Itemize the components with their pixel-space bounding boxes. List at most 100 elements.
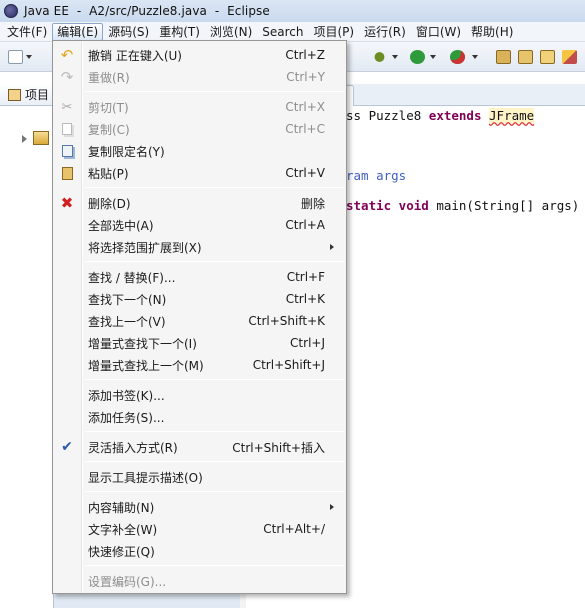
menu-item-find-replace[interactable]: 查找 / 替换(F)... Ctrl+F — [55, 266, 344, 288]
menu-item-content-assist[interactable]: 内容辅助(N) — [55, 496, 344, 518]
window-title: Java EE - A2/src/Puzzle8.java - Eclipse — [24, 4, 270, 18]
menu-window[interactable]: 窗口(W) — [411, 23, 466, 41]
menu-item-expand-selection[interactable]: 将选择范围扩展到(X) — [55, 236, 344, 258]
menu-project[interactable]: 项目(P) — [309, 23, 360, 41]
menu-item-shortcut: Ctrl+F — [286, 270, 325, 284]
menu-separator — [85, 379, 344, 380]
menu-item-find-previous[interactable]: 查找上一个(V) Ctrl+Shift+K — [55, 310, 344, 332]
run-icon[interactable] — [410, 50, 425, 64]
menu-edit[interactable]: 编辑(E) — [52, 22, 104, 41]
menu-item-redo[interactable]: ↷ 重做(R) Ctrl+Y — [55, 66, 344, 88]
menu-item-label: 粘贴(P) — [88, 166, 129, 181]
menu-item-show-tooltip-description[interactable]: 显示工具提示描述(O) — [55, 466, 344, 488]
menu-item-shortcut: Ctrl+Y — [286, 70, 325, 84]
menu-item-paste[interactable]: 粘贴(P) Ctrl+V — [55, 162, 344, 184]
menu-separator — [85, 461, 344, 462]
menu-item-shortcut: Ctrl+K — [285, 292, 325, 306]
debug-icon[interactable] — [372, 50, 387, 64]
project-explorer — [0, 72, 54, 608]
menu-separator — [85, 431, 344, 432]
submenu-arrow-icon — [330, 504, 334, 510]
menu-item-label: 添加书签(K)... — [88, 388, 165, 403]
menu-item-word-completion[interactable]: 文字补全(W) Ctrl+Alt+/ — [55, 518, 344, 540]
menu-item-quick-fix[interactable]: 快速修正(Q) — [55, 540, 344, 562]
new-java-project-icon[interactable] — [496, 50, 511, 64]
menu-item-label: 删除(D) — [88, 196, 131, 211]
menu-item-select-all[interactable]: 全部选中(A) Ctrl+A — [55, 214, 344, 236]
menu-source[interactable]: 源码(S) — [103, 23, 154, 41]
menu-item-smart-insert-mode[interactable]: ✔ 灵活插入方式(R) Ctrl+Shift+插入 — [55, 436, 344, 458]
check-icon: ✔ — [61, 439, 73, 455]
paste-icon — [59, 165, 75, 181]
menu-separator — [85, 91, 344, 92]
menu-item-shortcut: Ctrl+A — [285, 218, 325, 232]
menu-item-shortcut: Ctrl+Shift+插入 — [232, 440, 325, 455]
new-package-icon[interactable] — [518, 50, 533, 64]
menu-item-shortcut: Ctrl+C — [285, 122, 325, 136]
tree-expand-icon[interactable] — [22, 135, 27, 143]
menu-item-undo-typing[interactable]: ↶ 撤销 正在键入(U) Ctrl+Z — [55, 44, 344, 66]
menu-file[interactable]: 文件(F) — [2, 23, 52, 41]
menu-item-label: 灵活插入方式(R) — [88, 440, 178, 455]
java-project-icon[interactable] — [33, 131, 49, 145]
code-text: ss Puzzle8 — [346, 108, 429, 123]
menu-run[interactable]: 运行(R) — [359, 23, 411, 41]
cut-icon: ✂ — [61, 99, 73, 115]
project-explorer-tab-label: 项目 — [25, 88, 50, 102]
menu-item-label: 查找上一个(V) — [88, 314, 166, 329]
menu-separator — [85, 491, 344, 492]
new-dropdown-icon[interactable] — [26, 55, 32, 59]
title-bar: Java EE - A2/src/Puzzle8.java - Eclipse — [0, 0, 585, 22]
menu-item-label: 撤销 正在键入(U) — [88, 48, 182, 63]
menu-item-shortcut: Ctrl+X — [285, 100, 325, 114]
menu-item-find-next[interactable]: 查找下一个(N) Ctrl+K — [55, 288, 344, 310]
project-explorer-tab[interactable]: 项目 — [0, 84, 54, 106]
project-explorer-icon — [8, 88, 21, 101]
menu-item-add-bookmark[interactable]: 添加书签(K)... — [55, 384, 344, 406]
menu-item-label: 全部选中(A) — [88, 218, 154, 233]
code-line-main-method[interactable]: static void main(String[] args) — [346, 198, 579, 213]
menu-item-label: 重做(R) — [88, 70, 130, 85]
menu-item-label: 快速修正(Q) — [88, 544, 155, 559]
menu-item-shortcut: Ctrl+Shift+J — [252, 358, 325, 372]
code-warning-token: JFrame — [489, 108, 535, 123]
menu-bar: 文件(F) 编辑(E) 源码(S) 重构(T) 浏览(N) Search 项目(P) 运行(R… — [0, 22, 585, 42]
menu-item-label: 添加任务(S)... — [88, 410, 165, 425]
menu-item-incremental-find-next[interactable]: 增量式查找下一个(I) Ctrl+J — [55, 332, 344, 354]
new-icon[interactable] — [8, 50, 23, 64]
menu-item-set-encoding[interactable]: 设置编码(G)... — [55, 570, 344, 592]
menu-item-label: 显示工具提示描述(O) — [88, 470, 203, 485]
menu-navigate[interactable]: 浏览(N) — [205, 23, 257, 41]
menu-refactor[interactable]: 重构(T) — [154, 23, 205, 41]
menu-item-add-task[interactable]: 添加任务(S)... — [55, 406, 344, 428]
menu-item-copy[interactable]: 复制(C) Ctrl+C — [55, 118, 344, 140]
menu-separator — [85, 565, 344, 566]
debug-dropdown-icon[interactable] — [392, 55, 398, 59]
eclipse-icon — [4, 4, 18, 18]
menu-item-label: 复制(C) — [88, 122, 130, 137]
run-dropdown-icon[interactable] — [430, 55, 436, 59]
menu-item-copy-qualified-name[interactable]: 复制限定名(Y) — [55, 140, 344, 162]
open-type-icon[interactable] — [540, 50, 555, 64]
redo-icon: ↷ — [60, 68, 74, 86]
code-line-javadoc-param[interactable]: ram args — [346, 168, 406, 183]
menu-item-label: 增量式查找上一个(M) — [88, 358, 204, 373]
code-line-class-decl[interactable]: ss Puzzle8 extends JFrame — [346, 108, 535, 123]
menu-item-delete[interactable]: ✖ 删除(D) 删除 — [55, 192, 344, 214]
menu-item-shortcut: Ctrl+V — [285, 166, 325, 180]
external-tools-icon[interactable] — [450, 50, 465, 64]
external-tools-dropdown-icon[interactable] — [472, 55, 478, 59]
menu-help[interactable]: 帮助(H) — [466, 23, 518, 41]
search-tool-icon[interactable] — [562, 50, 577, 64]
menu-item-label: 查找 / 替换(F)... — [88, 270, 176, 285]
menu-item-incremental-find-previous[interactable]: 增量式查找上一个(M) Ctrl+Shift+J — [55, 354, 344, 376]
submenu-arrow-icon — [330, 244, 334, 250]
undo-icon: ↶ — [60, 46, 74, 64]
menu-search[interactable]: Search — [257, 23, 308, 41]
menu-item-cut[interactable]: ✂ 剪切(T) Ctrl+X — [55, 96, 344, 118]
menu-item-label: 复制限定名(Y) — [88, 144, 165, 159]
menu-item-label: 设置编码(G)... — [88, 574, 167, 589]
menu-separator — [85, 261, 344, 262]
menu-item-shortcut: Ctrl+Z — [285, 48, 325, 62]
menu-item-shortcut: Ctrl+Alt+/ — [263, 522, 325, 536]
